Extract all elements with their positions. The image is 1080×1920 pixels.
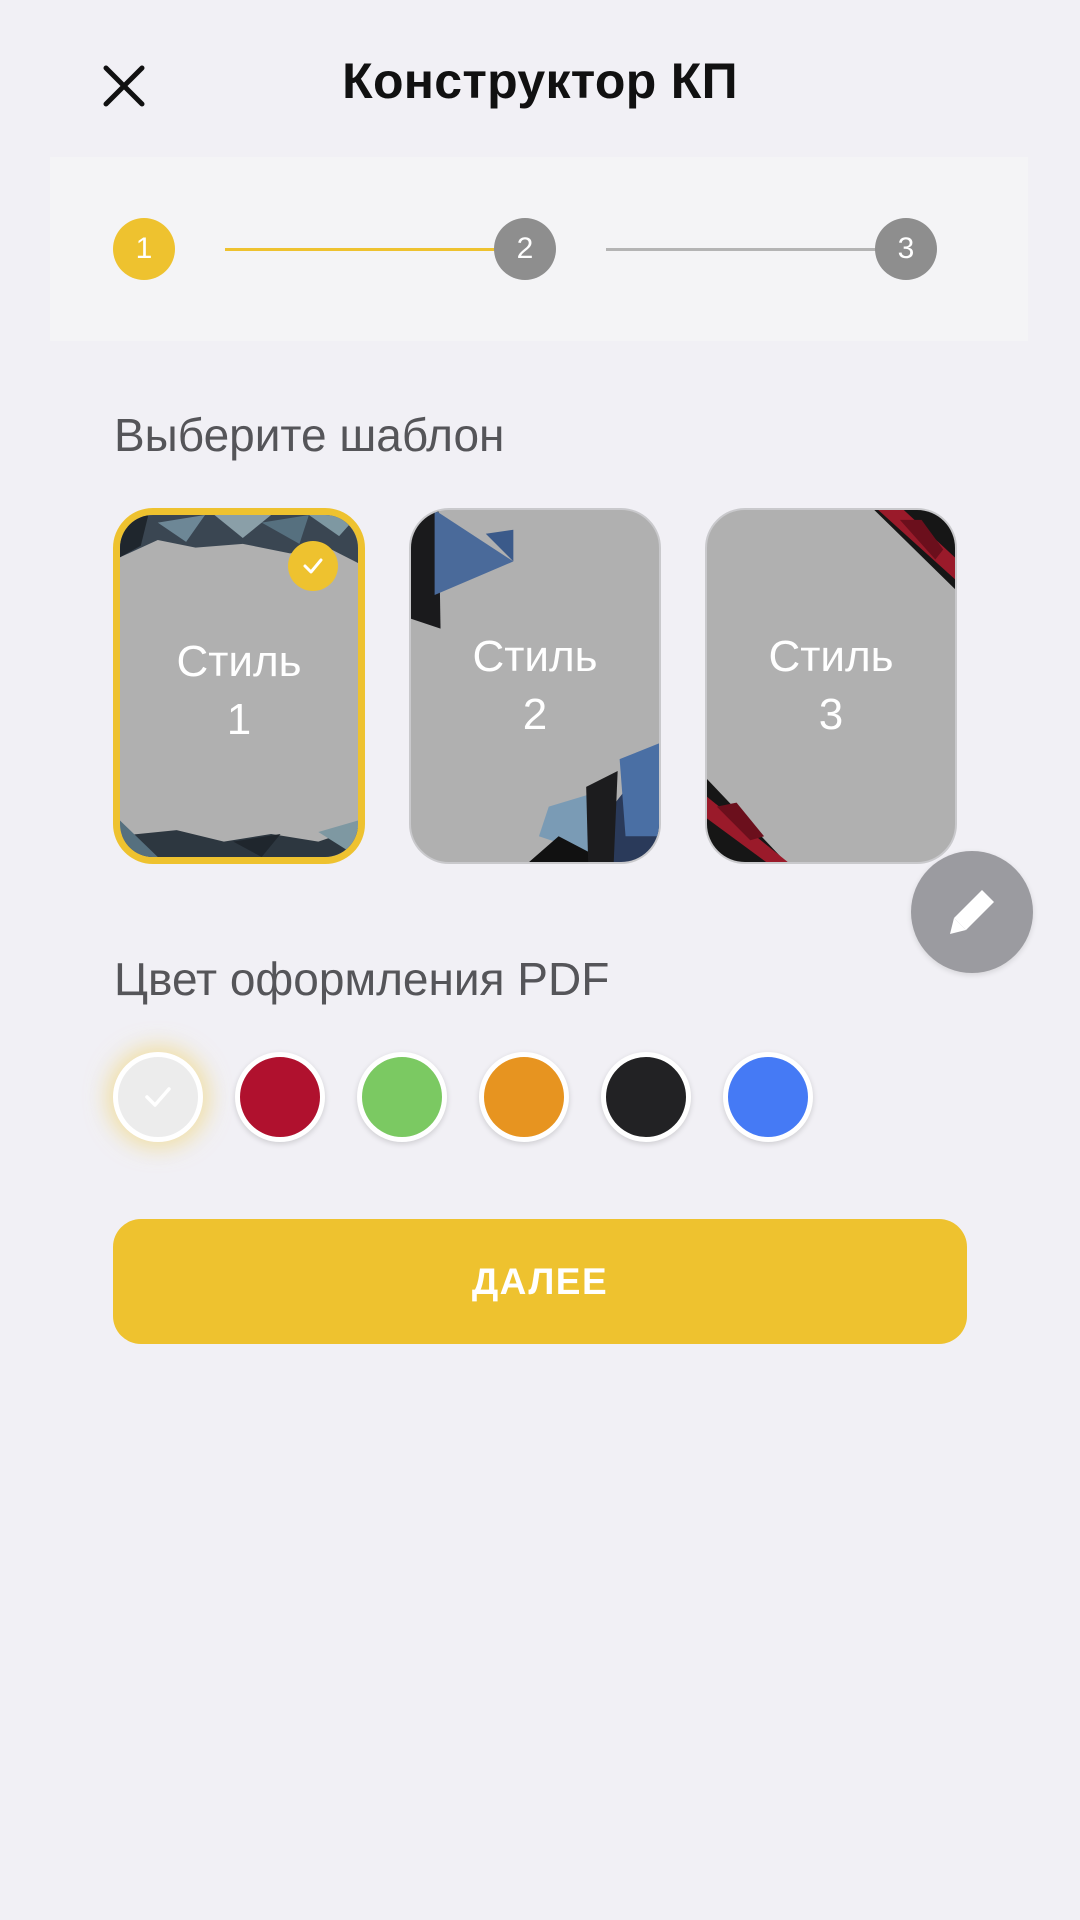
step-connector-1: [225, 248, 524, 251]
step-3[interactable]: 3: [875, 218, 937, 280]
color-swatch-blue[interactable]: [723, 1052, 813, 1142]
page-title: Конструктор КП: [342, 53, 738, 109]
color-swatch-orange[interactable]: [479, 1052, 569, 1142]
check-icon: [303, 558, 323, 574]
color-swatch-white[interactable]: [113, 1052, 203, 1142]
pencil-icon: [950, 890, 994, 934]
step-1[interactable]: 1: [113, 218, 175, 280]
template-3-label: Стиль 3: [768, 632, 894, 739]
template-section-title: Выберите шаблон: [114, 409, 505, 461]
check-icon: [145, 1087, 171, 1107]
screen: Конструктор КП 1 2 3 Выберите шаблон Сти…: [0, 0, 1080, 1920]
edit-button[interactable]: [911, 851, 1033, 973]
stepper: 1 2 3: [50, 157, 1028, 341]
color-section-title: Цвет оформления PDF: [114, 953, 610, 1005]
step-2[interactable]: 2: [494, 218, 556, 280]
template-card-style-1[interactable]: Стиль 1: [113, 508, 365, 864]
next-button[interactable]: ДАЛЕЕ: [113, 1219, 967, 1344]
step-connector-2: [606, 248, 905, 251]
template-card-style-2[interactable]: Стиль 2: [409, 508, 661, 864]
color-swatch-black[interactable]: [601, 1052, 691, 1142]
template-card-style-3[interactable]: Стиль 3: [705, 508, 957, 864]
color-swatch-red[interactable]: [235, 1052, 325, 1142]
template-2-label: Стиль 2: [472, 632, 598, 739]
selected-check-badge: [288, 541, 338, 591]
template-1-label: Стиль 1: [176, 637, 302, 744]
color-swatch-green[interactable]: [357, 1052, 447, 1142]
